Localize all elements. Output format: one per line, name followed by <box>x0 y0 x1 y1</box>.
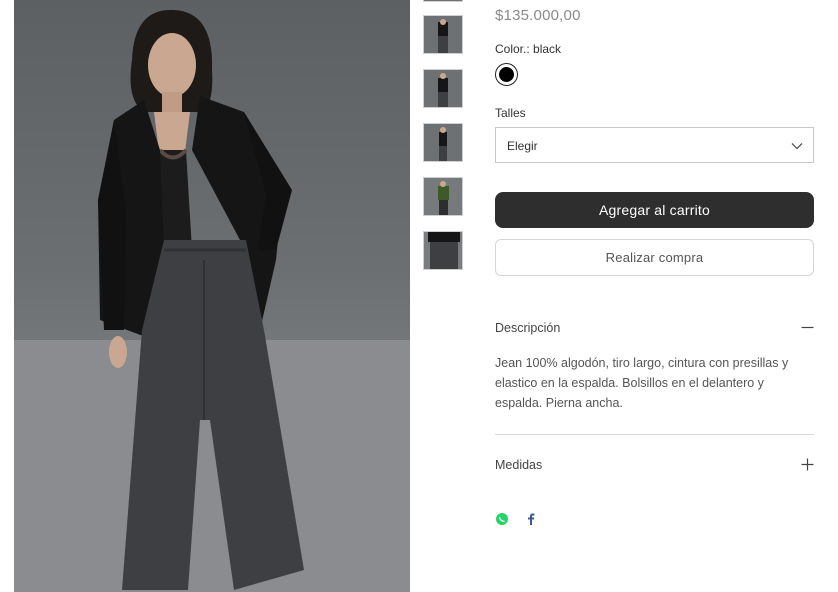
minus-icon[interactable] <box>801 321 814 334</box>
whatsapp-icon[interactable] <box>495 512 509 526</box>
description-text: Jean 100% algodón, tiro largo, cintura c… <box>495 356 789 410</box>
add-to-cart-button[interactable]: Agregar al carrito <box>495 192 814 228</box>
thumbnail-image <box>424 232 462 269</box>
product-main-image[interactable] <box>14 0 410 592</box>
thumbnail-4[interactable] <box>423 177 463 216</box>
thumbnail-3[interactable] <box>423 123 463 162</box>
thumbnail-image <box>424 70 462 107</box>
thumbnail-5[interactable] <box>423 231 463 270</box>
color-swatch-black[interactable] <box>495 63 518 86</box>
size-select[interactable]: Elegir <box>495 127 814 163</box>
thumbnail-image <box>424 16 462 53</box>
color-label: Color.: black <box>495 42 562 56</box>
thumbnail-1[interactable] <box>423 15 463 54</box>
chevron-down-icon <box>791 143 803 150</box>
buy-now-button[interactable]: Realizar compra <box>495 239 814 276</box>
thumbnail-2[interactable] <box>423 69 463 108</box>
thumbnail-image <box>424 178 462 215</box>
thumbnail-image <box>424 124 462 161</box>
model-photo <box>14 9 410 592</box>
measures-accordion-title[interactable]: Medidas <box>495 458 542 472</box>
accordion-divider <box>495 434 814 435</box>
thumbnail-partial[interactable] <box>423 0 463 2</box>
sizes-label: Talles <box>495 106 526 120</box>
description-accordion-title[interactable]: Descripción <box>495 321 560 335</box>
facebook-icon[interactable] <box>524 512 538 526</box>
size-select-value: Elegir <box>507 139 538 153</box>
plus-icon[interactable] <box>801 458 814 471</box>
product-price: $135.000,00 <box>495 7 581 24</box>
